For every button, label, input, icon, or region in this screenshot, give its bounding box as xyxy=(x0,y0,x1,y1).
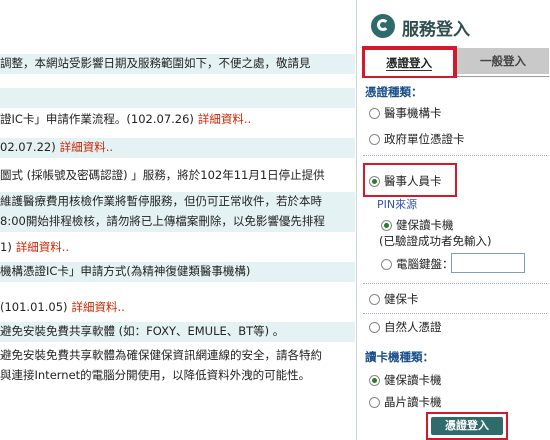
announcement-text: 圖式 (採帳號及密碼認證) 」服務，將於102年11月1日停止提供 xyxy=(0,168,325,182)
login-title: 服務登入 xyxy=(402,20,470,40)
radio-icon xyxy=(381,259,392,270)
announcement-text: 02.07.22) xyxy=(0,140,56,154)
tab-general-login[interactable]: 一般登入 xyxy=(457,48,549,74)
service-logo-icon xyxy=(371,14,395,38)
radio-pin-keyboard[interactable]: 電腦鍵盤： xyxy=(381,255,454,273)
login-button-highlight: 憑證登入 xyxy=(426,412,508,440)
detail-link[interactable]: 詳細資料.. xyxy=(16,240,69,254)
pin-verified-note: (已驗證成功者免輸入) xyxy=(379,234,492,248)
radio-icon xyxy=(369,322,380,333)
announcement-item[interactable]: (101.01.05) 詳細資料.. xyxy=(0,298,355,318)
cert-login-button[interactable]: 憑證登入 xyxy=(431,417,503,435)
announcement-text: 8:00開始排程檢核，請勿將已上傳檔案刪除，以免影響優先排程 xyxy=(0,214,325,228)
announcement-text: 避免安裝免費共享軟體 (如：FOXY、EMULE、BT等) 。 xyxy=(0,324,285,338)
detail-link[interactable]: 詳細資料.. xyxy=(60,140,113,154)
radio-chip-card-reader[interactable]: 晶片讀卡機 xyxy=(369,393,442,411)
announcement-item: 調整，本網站受影響日期及服務範圍如下，不便之處，敬請見 xyxy=(0,54,355,74)
divider xyxy=(363,283,547,284)
detail-link[interactable]: 詳細資料.. xyxy=(198,112,251,126)
announcement-text: 1) xyxy=(0,240,12,254)
radio-medical-institution-card[interactable]: 醫事機構卡 xyxy=(369,104,442,122)
radio-selected-icon xyxy=(369,375,380,386)
announcement-list: 調整，本網站受影響日期及服務範圍如下，不便之處，敬請見 證IC卡」申請作業流程。(… xyxy=(0,54,355,386)
cert-type-label: 憑證種類： xyxy=(365,85,423,99)
radio-icon xyxy=(369,294,380,305)
radio-selected-icon xyxy=(369,176,380,187)
radio-citizen-cert[interactable]: 自然人憑證 xyxy=(369,318,442,336)
announcement-item[interactable]: 02.07.22) 詳細資料.. xyxy=(0,138,355,158)
reader-type-label: 讀卡機種類： xyxy=(365,350,434,364)
announcement-text: 維護醫療費用核檢作業將暫停服務，但仍可正常收件，若於本時 xyxy=(0,194,322,208)
radio-selected-icon xyxy=(381,220,392,231)
announcement-item: 維護醫療費用核檢作業將暫停服務，但仍可正常收件，若於本時 xyxy=(0,192,355,212)
radio-icon xyxy=(369,108,380,119)
announcement-item: 與連接Internet的電腦分開使用，以降低資料外洩的可能性。 xyxy=(0,366,355,386)
announcement-item xyxy=(0,88,355,108)
announcement-item[interactable]: 1) 詳細資料.. xyxy=(0,238,355,258)
tab-highlight-box xyxy=(362,46,457,78)
radio-health-card-reader[interactable]: 健保讀卡機 xyxy=(369,371,442,389)
divider xyxy=(363,313,547,314)
pin-input[interactable] xyxy=(451,253,525,273)
announcement-text: 調整，本網站受影響日期及服務範圍如下，不便之處，敬請見 xyxy=(0,56,311,70)
announcement-item: 避免安裝免費共享軟體 (如：FOXY、EMULE、BT等) 。 xyxy=(0,322,355,342)
radio-medical-staff-card[interactable]: 醫事人員卡 xyxy=(369,172,442,190)
radio-health-card[interactable]: 健保卡 xyxy=(369,290,419,308)
radio-icon xyxy=(369,397,380,408)
login-header: 服務登入 xyxy=(357,0,550,44)
announcement-text: (101.01.05) xyxy=(0,300,68,314)
announcement-item[interactable]: 證IC卡」申請作業流程。(102.07.26) 詳細資料.. xyxy=(0,110,355,130)
announcement-item: 圖式 (採帳號及密碼認證) 」服務，將於102年11月1日停止提供 xyxy=(0,166,355,186)
announcement-item: 機構憑證IC卡」申請方式(為精神復健類醫事機構) xyxy=(0,262,355,282)
announcement-text: 機構憑證IC卡」申請方式(為精神復健類醫事機構) xyxy=(0,264,251,278)
announcement-text: 避免安裝免費共享軟體為確保健保資訊網連線的安全，請各特約 xyxy=(0,348,322,362)
announcement-text: 與連接Internet的電腦分開使用，以降低資料外洩的可能性。 xyxy=(0,368,311,382)
announcement-text: 證IC卡」申請作業流程。(102.07.26) xyxy=(0,112,194,126)
radio-government-cert-card[interactable]: 政府單位憑證卡 xyxy=(369,130,465,148)
announcement-item: 8:00開始排程檢核，請勿將已上傳檔案刪除，以免影響優先排程 xyxy=(0,212,355,232)
radio-icon xyxy=(369,134,380,145)
detail-link[interactable]: 詳細資料.. xyxy=(72,300,125,314)
announcement-panel: 調整，本網站受影響日期及服務範圍如下，不便之處，敬請見 證IC卡」申請作業流程。(… xyxy=(0,0,355,440)
pin-source-label: PIN來源 xyxy=(377,198,418,211)
announcement-item: 避免安裝免費共享軟體為確保健保資訊網連線的安全，請各特約 xyxy=(0,346,355,366)
divider xyxy=(363,155,547,156)
